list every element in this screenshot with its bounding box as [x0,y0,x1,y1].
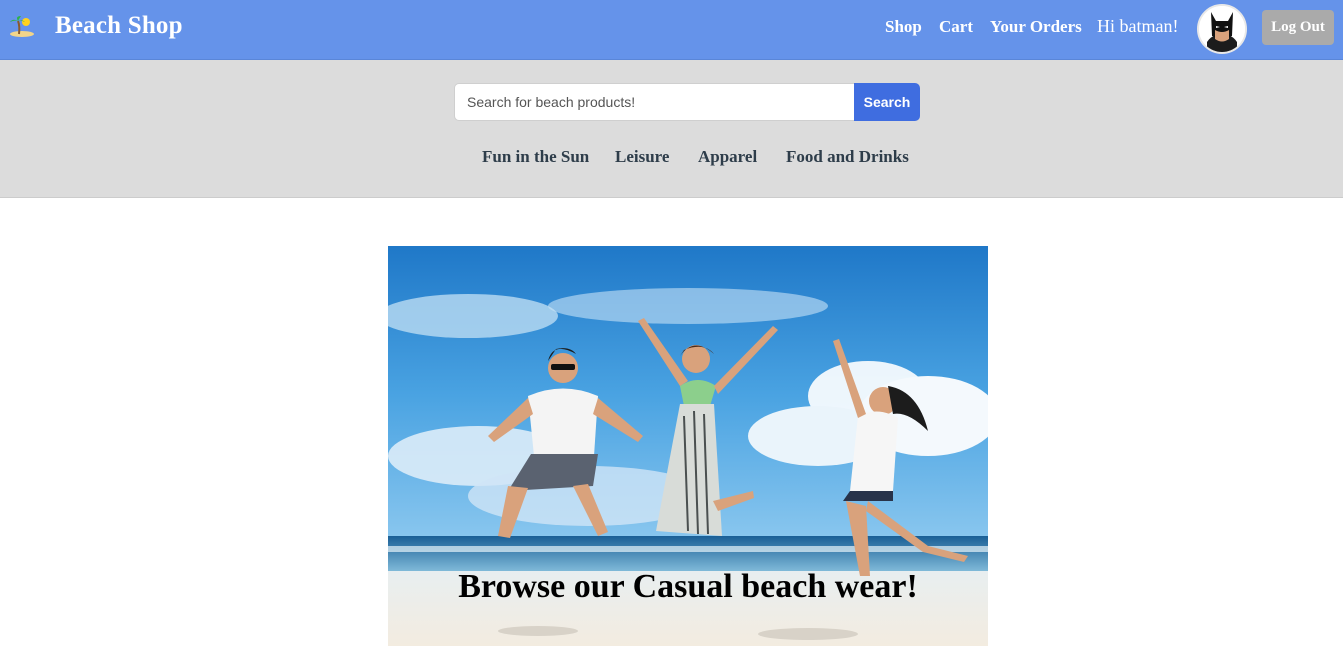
brand-title[interactable]: Beach Shop [55,12,183,40]
search-and-categories: Search Fun in the Sun Leisure Apparel Fo… [0,60,1343,198]
nav-orders-link[interactable]: Your Orders [990,17,1082,37]
beach-island-icon[interactable] [9,14,37,38]
category-fun-in-the-sun[interactable]: Fun in the Sun [482,147,589,167]
category-leisure[interactable]: Leisure [615,147,669,167]
top-navbar: Beach Shop Shop Cart Your Orders Hi batm… [0,0,1343,60]
hero-banner[interactable]: Browse our Casual beach wear! [388,246,988,646]
nav-shop-link[interactable]: Shop [885,17,922,37]
category-apparel[interactable]: Apparel [698,147,757,167]
batman-avatar-icon [1199,6,1245,52]
user-greeting: Hi batman! [1097,16,1179,36]
logout-button[interactable]: Log Out [1262,10,1334,45]
nav-cart-link[interactable]: Cart [939,17,973,37]
user-avatar[interactable] [1197,4,1247,54]
hero-caption: Browse our Casual beach wear! [458,568,918,605]
search-button[interactable]: Search [854,83,920,121]
search-input[interactable] [454,83,855,121]
category-food-and-drinks[interactable]: Food and Drinks [786,147,909,167]
